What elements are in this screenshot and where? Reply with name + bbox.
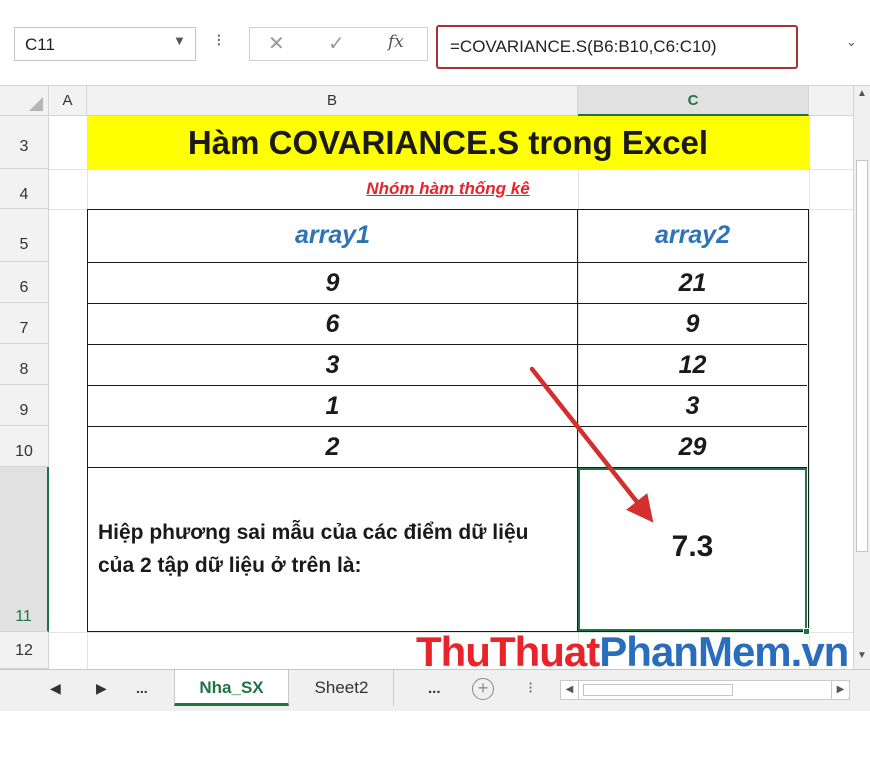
add-sheet-icon[interactable]: +	[472, 678, 494, 700]
scroll-up-icon[interactable]: ▲	[854, 88, 870, 104]
horizontal-scrollbar[interactable]: ◀ ▶	[560, 680, 850, 700]
annotation-arrow-icon	[529, 366, 654, 523]
watermark-part2: PhanMem.vn	[599, 628, 849, 675]
tab-more-right[interactable]: ...	[428, 680, 441, 697]
tab-splitter-icon[interactable]: ⁝	[528, 678, 533, 698]
vertical-scrollbar[interactable]: ▲ ▼	[853, 86, 870, 669]
scroll-down-icon[interactable]: ▼	[854, 650, 870, 666]
tab-scroll-left-icon[interactable]: ◀	[50, 680, 61, 697]
tab-nha-sx[interactable]: Nha_SX	[174, 670, 289, 706]
scroll-left-icon[interactable]: ◀	[561, 681, 579, 699]
tab-more-left[interactable]: ...	[136, 680, 148, 696]
watermark-part1: ThuThuat	[416, 628, 600, 675]
tab-scroll-right-icon[interactable]: ▶	[96, 680, 107, 697]
horizontal-scroll-thumb[interactable]	[583, 684, 733, 696]
scroll-right-icon[interactable]: ▶	[831, 681, 849, 699]
vertical-scroll-thumb[interactable]	[856, 160, 868, 552]
sheet-tab-bar: ◀ ▶ ... Nha_SX Sheet2 ... + ⁝ ◀ ▶	[0, 669, 870, 711]
tab-sheet2[interactable]: Sheet2	[290, 670, 394, 706]
